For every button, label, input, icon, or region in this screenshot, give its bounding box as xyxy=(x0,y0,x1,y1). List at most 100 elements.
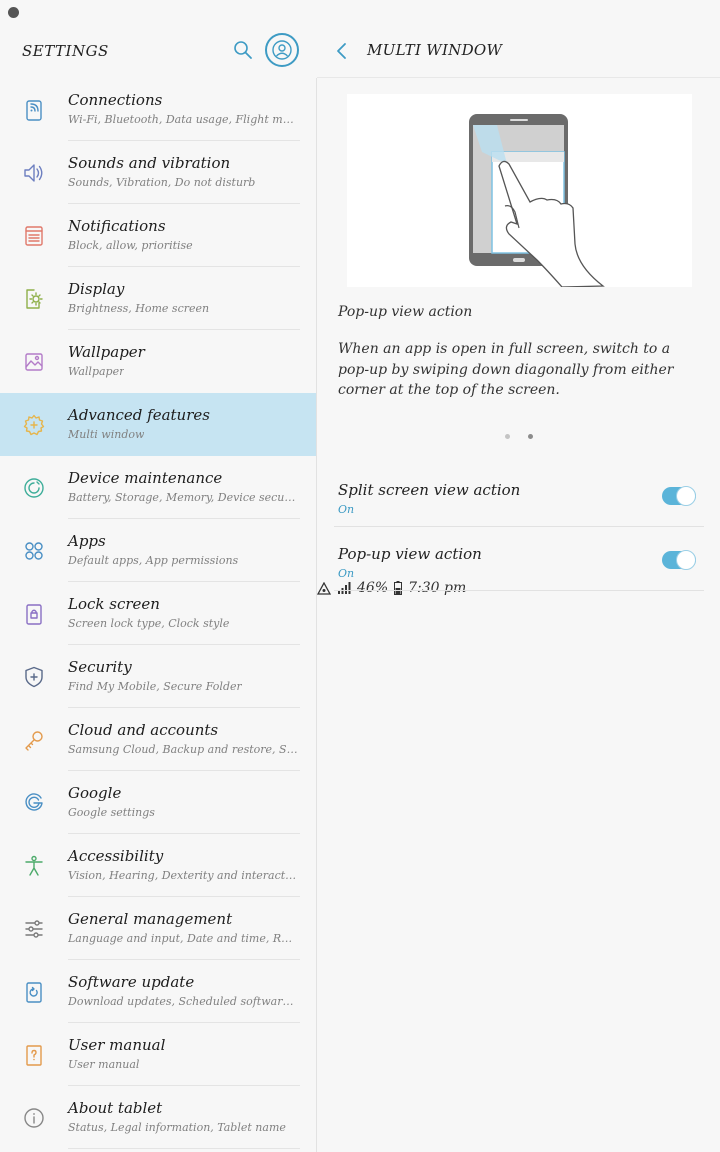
sidebar-item-label: Sounds and vibration xyxy=(68,154,231,172)
sidebar-item-summary: User manual xyxy=(68,1058,140,1071)
back-button[interactable] xyxy=(335,41,349,61)
switch-knob xyxy=(676,486,696,506)
sidebar-item-notifications[interactable]: Notifications Block, allow, prioritise xyxy=(0,204,316,267)
sidebar-item-sounds-and-vibration[interactable]: Sounds and vibration Sounds, Vibration, D… xyxy=(0,141,316,204)
page-dot-2[interactable] xyxy=(528,434,533,439)
sidebar-item-accessibility[interactable]: Accessibility Vision, Hearing, Dexterity … xyxy=(0,834,316,897)
account-icon xyxy=(272,40,292,60)
settings-pane: SETTINGS Connections Wi-Fi, Bluetooth, Da… xyxy=(0,24,316,1152)
sidebar-item-label: Lock screen xyxy=(68,595,160,613)
sidebar-item-label: Cloud and accounts xyxy=(68,721,219,739)
sidebar-item-label: Wallpaper xyxy=(68,343,145,361)
sidebar-item-label: Software update xyxy=(68,973,195,991)
sidebar-item-software-update[interactable]: Software update Download updates, Schedul… xyxy=(0,960,316,1023)
google-icon xyxy=(22,791,46,815)
sidebar-item-general-management[interactable]: General management Language and input, Da… xyxy=(0,897,316,960)
divider xyxy=(68,1148,300,1149)
divider xyxy=(334,590,704,591)
notification-dot-icon xyxy=(8,6,19,18)
sidebar-item-summary: Status, Legal information, Tablet name xyxy=(68,1121,286,1134)
sidebar-item-summary: Wi-Fi, Bluetooth, Data usage, Flight mod… xyxy=(68,113,298,126)
multi-window-pane: MULTI WINDOW Pop-up view action When an … xyxy=(317,24,720,1152)
sidebar-item-summary: Default apps, App permissions xyxy=(68,554,239,567)
key-icon xyxy=(22,728,46,752)
wallpaper-icon xyxy=(22,350,46,374)
sidebar-item-device-maintenance[interactable]: Device maintenance Battery, Storage, Memo… xyxy=(0,456,316,519)
split-screen-toggle-row[interactable]: Split screen view action On xyxy=(334,463,704,527)
sidebar-item-about-tablet[interactable]: About tablet Status, Legal information, T… xyxy=(0,1086,316,1149)
toggle-label: Pop-up view action xyxy=(338,545,482,563)
illustration-description: When an app is open in full screen, swit… xyxy=(338,341,674,398)
profile-button[interactable] xyxy=(265,33,299,67)
sidebar-item-google[interactable]: Google Google settings xyxy=(0,771,316,834)
sidebar-item-display[interactable]: Display Brightness, Home screen xyxy=(0,267,316,330)
sidebar-item-summary: Wallpaper xyxy=(68,365,125,378)
sidebar-item-summary: Brightness, Home screen xyxy=(68,302,210,315)
toggle-status: On xyxy=(338,567,355,580)
detail-header: MULTI WINDOW xyxy=(317,24,720,78)
sidebar-item-label: Google xyxy=(68,784,122,802)
connections-icon xyxy=(22,98,46,122)
accessibility-icon xyxy=(22,854,46,878)
sidebar-item-summary: Google settings xyxy=(68,806,155,819)
sidebar-item-summary: Language and input, Date and time, Reset xyxy=(68,932,298,945)
page-title: SETTINGS xyxy=(22,42,109,60)
sidebar-item-cloud-and-accounts[interactable]: Cloud and accounts Samsung Cloud, Backup … xyxy=(0,708,316,771)
sidebar-item-label: Connections xyxy=(68,91,163,109)
settings-menu: Connections Wi-Fi, Bluetooth, Data usage,… xyxy=(0,78,316,1149)
chevron-left-icon xyxy=(337,43,346,59)
sidebar-item-summary: Screen lock type, Clock style xyxy=(68,617,230,630)
user-manual-icon xyxy=(22,1043,46,1067)
sliders-icon xyxy=(22,917,46,941)
sidebar-item-summary: Vision, Hearing, Dexterity and interacti… xyxy=(68,869,298,882)
sidebar-item-lock-screen[interactable]: Lock screen Screen lock type, Clock style xyxy=(0,582,316,645)
sidebar-item-advanced-features[interactable]: Advanced features Multi window xyxy=(0,393,316,456)
gear-plus-icon xyxy=(22,413,46,437)
popup-gesture-image xyxy=(469,114,605,288)
toggle-label: Split screen view action xyxy=(338,481,521,499)
display-icon xyxy=(22,287,46,311)
switch-knob xyxy=(676,550,696,570)
sidebar-item-wallpaper[interactable]: Wallpaper Wallpaper xyxy=(0,330,316,393)
shield-icon xyxy=(22,665,46,689)
sidebar-item-label: Accessibility xyxy=(68,847,164,865)
maintenance-icon xyxy=(22,476,46,500)
sidebar-item-user-manual[interactable]: User manual User manual xyxy=(0,1023,316,1086)
detail-title: MULTI WINDOW xyxy=(367,41,503,59)
popup-view-switch[interactable] xyxy=(662,550,696,570)
notifications-icon xyxy=(22,224,46,248)
sidebar-item-label: Display xyxy=(68,280,125,298)
sidebar-item-summary: Samsung Cloud, Backup and restore, Smart… xyxy=(68,743,298,756)
gesture-illustration xyxy=(347,94,692,288)
sidebar-item-label: General management xyxy=(68,910,233,928)
software-update-icon xyxy=(22,980,46,1004)
settings-header: SETTINGS xyxy=(0,24,316,78)
sidebar-item-label: Security xyxy=(68,658,132,676)
page-dot-1[interactable] xyxy=(505,434,510,439)
status-bar: 46% 7:30 pm xyxy=(0,0,720,596)
sidebar-item-connections[interactable]: Connections Wi-Fi, Bluetooth, Data usage,… xyxy=(0,78,316,141)
sidebar-item-apps[interactable]: Apps Default apps, App permissions xyxy=(0,519,316,582)
sidebar-item-summary: Block, allow, prioritise xyxy=(68,239,193,252)
popup-view-toggle-row[interactable]: Pop-up view action On xyxy=(334,527,704,591)
sidebar-item-label: About tablet xyxy=(68,1099,163,1117)
sidebar-item-security[interactable]: Security Find My Mobile, Secure Folder xyxy=(0,645,316,708)
sidebar-item-summary: Sounds, Vibration, Do not disturb xyxy=(68,176,256,189)
split-screen-switch[interactable] xyxy=(662,486,696,506)
speaker-icon xyxy=(22,161,46,185)
toggle-status: On xyxy=(338,503,355,516)
search-icon[interactable] xyxy=(233,40,253,60)
sidebar-item-label: Device maintenance xyxy=(68,469,223,487)
sidebar-item-summary: Battery, Storage, Memory, Device securit… xyxy=(68,491,298,504)
page-indicator xyxy=(505,434,533,439)
apps-icon xyxy=(22,539,46,563)
info-icon xyxy=(22,1106,46,1130)
sidebar-item-label: Notifications xyxy=(68,217,166,235)
sidebar-item-label: Apps xyxy=(68,532,106,550)
sidebar-item-summary: Multi window xyxy=(68,428,145,441)
sidebar-item-summary: Find My Mobile, Secure Folder xyxy=(68,680,242,693)
lock-icon xyxy=(22,602,46,626)
illustration-title: Pop-up view action xyxy=(338,304,473,320)
sidebar-item-label: Advanced features xyxy=(68,406,210,424)
sidebar-item-summary: Download updates, Scheduled software upd… xyxy=(68,995,298,1008)
